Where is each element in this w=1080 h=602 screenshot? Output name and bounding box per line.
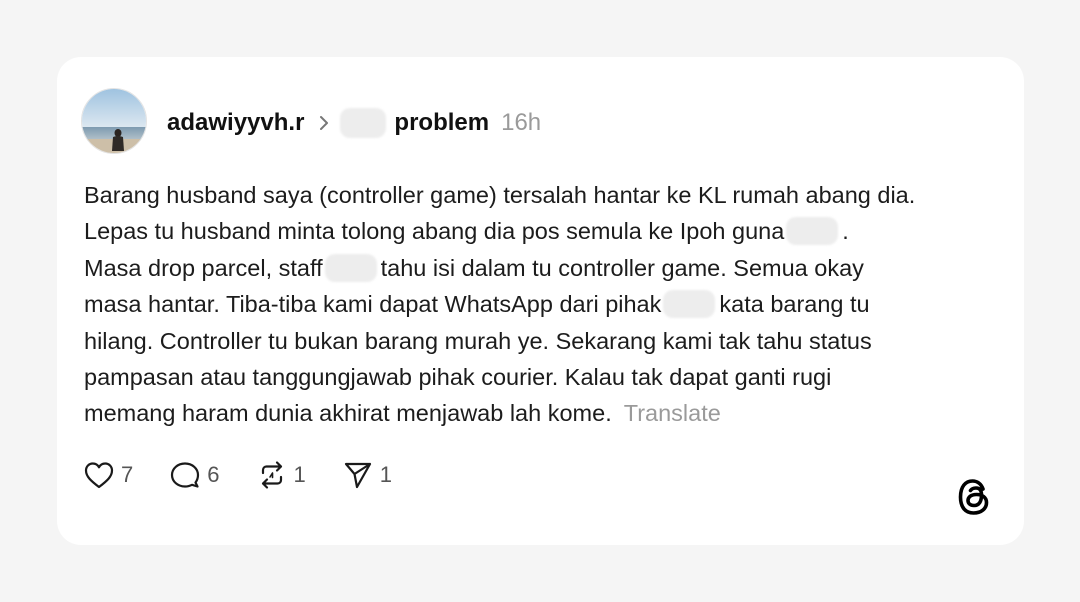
redacted-topic <box>340 108 387 138</box>
share-button[interactable]: 1 <box>342 460 392 490</box>
body-text-fragment: memang haram dunia akhirat menjawab lah … <box>84 400 612 427</box>
post-card: adawiyyvh.r problem 16h Barang husband s… <box>57 57 1024 545</box>
post-actions: 7 6 1 1 <box>83 457 428 493</box>
repost-icon <box>261 461 282 489</box>
avatar[interactable] <box>81 88 147 154</box>
comment-button[interactable]: 6 <box>169 460 220 490</box>
body-text-fragment: . <box>842 218 849 245</box>
translate-link[interactable]: Translate <box>624 400 721 426</box>
body-line: Lepas tu husband minta tolong abang dia … <box>84 213 1014 249</box>
threads-logo <box>954 475 994 524</box>
redacted-text <box>663 290 716 319</box>
heart-icon <box>84 462 114 489</box>
like-count: 7 <box>121 462 134 487</box>
body-line: memang haram dunia akhirat menjawab lah … <box>84 395 1014 431</box>
body-line: Masa drop parcel, staff tahu isi dalam tu… <box>84 250 1014 286</box>
chevron-right-icon <box>318 114 330 132</box>
post-body: Barang husband saya (controller game) te… <box>84 177 1014 432</box>
comment-bubble-icon <box>171 462 200 488</box>
topic-tag[interactable]: problem <box>394 109 489 137</box>
body-text-fragment: Masa drop parcel, staff <box>84 254 323 281</box>
redacted-text <box>324 253 377 282</box>
body-line: pampasan atau tanggungjawab pihak courie… <box>84 364 832 391</box>
username[interactable]: adawiyyvh.r <box>167 109 304 137</box>
share-count: 1 <box>379 462 392 487</box>
repost-count: 1 <box>293 462 306 487</box>
body-line: hilang. Controller tu bukan barang murah… <box>84 327 872 354</box>
like-button[interactable]: 7 <box>83 460 133 490</box>
send-icon <box>344 462 371 489</box>
redacted-text <box>786 217 839 246</box>
body-text-fragment: kata barang tu <box>719 291 870 318</box>
body-line: masa hantar. Tiba-tiba kami dapat WhatsA… <box>84 286 1014 322</box>
body-line: Barang husband saya (controller game) te… <box>84 182 916 208</box>
comment-count: 6 <box>207 462 220 487</box>
post-time[interactable]: 16h <box>501 109 541 137</box>
body-text-fragment: masa hantar. Tiba-tiba kami dapat WhatsA… <box>84 291 662 318</box>
body-text-fragment: Lepas tu husband minta tolong abang dia … <box>84 218 785 245</box>
repost-button[interactable]: 1 <box>256 460 306 490</box>
post-header: adawiyyvh.r problem 16h <box>167 105 541 141</box>
body-text-fragment: tahu isi dalam tu controller game. Semua… <box>380 254 864 281</box>
